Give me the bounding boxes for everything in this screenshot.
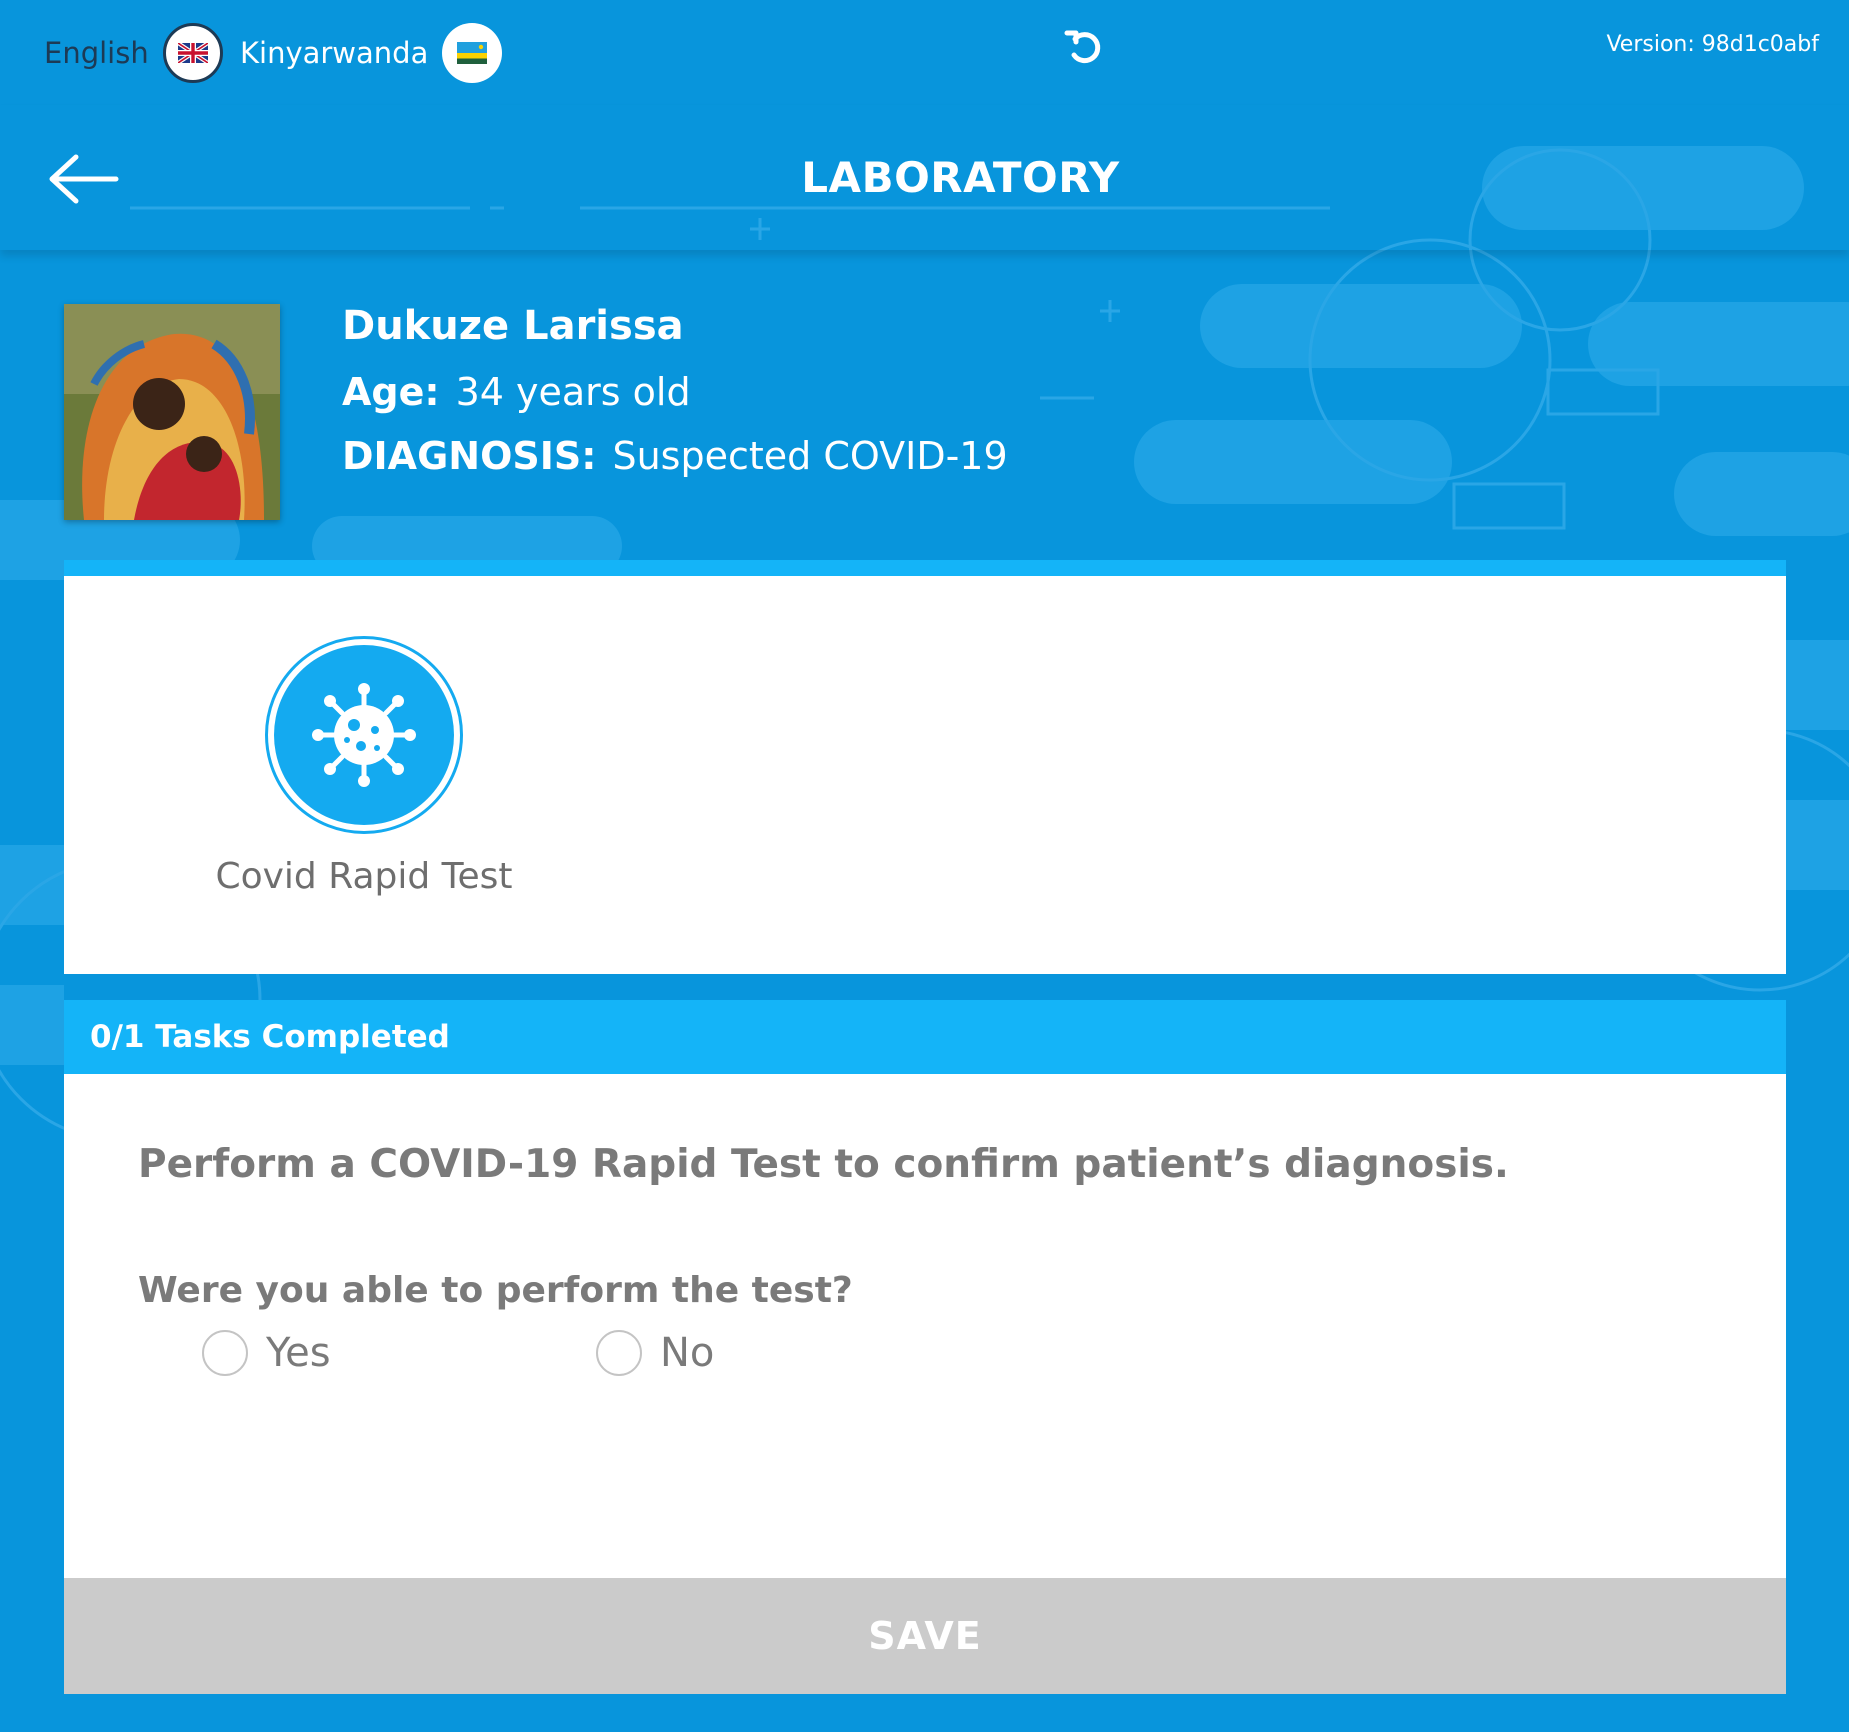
language-label-kinyarwanda: Kinyarwanda xyxy=(240,36,429,70)
patient-name: Dukuze Larissa xyxy=(342,303,684,349)
covid-rapid-test-option[interactable]: Covid Rapid Test xyxy=(214,636,514,897)
page-title: LABORATORY xyxy=(801,153,1120,202)
patient-diagnosis: DIAGNOSIS: Suspected COVID-19 xyxy=(342,434,1008,478)
patient-age: Age: 34 years old xyxy=(342,370,691,414)
page-header: LABORATORY xyxy=(0,105,1849,250)
age-value: 34 years old xyxy=(455,370,691,414)
test-icon-circle[interactable] xyxy=(265,636,463,834)
task-panel: Perform a COVID-19 Rapid Test to confirm… xyxy=(64,1074,1786,1578)
radio-option-no[interactable]: No xyxy=(596,1330,714,1376)
language-label-english: English xyxy=(44,36,149,70)
radio-label-no: No xyxy=(660,1330,715,1376)
task-instruction: Perform a COVID-19 Rapid Test to confirm… xyxy=(138,1142,1509,1187)
refresh-icon[interactable] xyxy=(1062,24,1108,70)
radio-option-yes[interactable]: Yes xyxy=(202,1330,331,1376)
radio-label-yes: Yes xyxy=(266,1330,331,1376)
radio-button-no[interactable] xyxy=(596,1330,642,1376)
tasks-progress-header: 0/1 Tasks Completed xyxy=(64,1000,1786,1074)
diagnosis-label: DIAGNOSIS: xyxy=(342,434,597,478)
age-label: Age: xyxy=(342,370,440,414)
language-english[interactable]: English xyxy=(44,22,223,84)
test-selection-card: Covid Rapid Test xyxy=(64,560,1786,974)
rwanda-flag-icon[interactable] xyxy=(442,23,503,83)
version-label: Version: 98d1c0abf xyxy=(1606,32,1819,57)
save-button[interactable]: SAVE xyxy=(64,1578,1786,1694)
top-bar: English Kinyarwanda Version: 98d1c0abf xyxy=(0,0,1849,105)
task-question: Were you able to perform the test? xyxy=(138,1270,853,1311)
patient-photo xyxy=(64,304,280,520)
radio-button-yes[interactable] xyxy=(202,1330,248,1376)
virus-icon xyxy=(312,683,416,787)
language-kinyarwanda[interactable]: Kinyarwanda xyxy=(240,22,503,84)
uk-flag-icon[interactable] xyxy=(162,23,223,83)
diagnosis-value: Suspected COVID-19 xyxy=(612,434,1008,478)
test-label: Covid Rapid Test xyxy=(215,856,513,897)
